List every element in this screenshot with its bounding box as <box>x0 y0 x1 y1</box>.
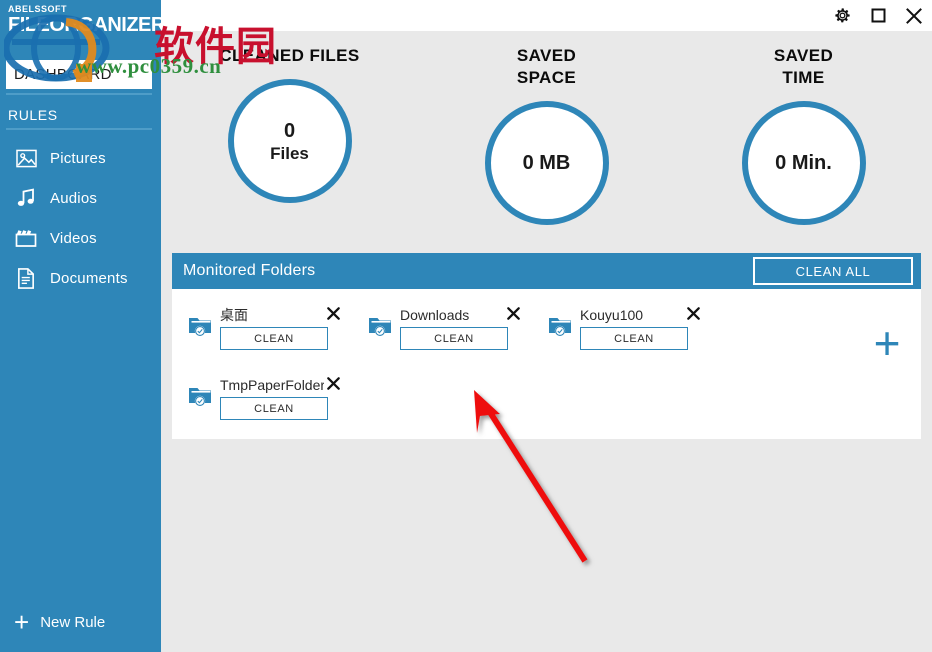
sidebar-item-dashboard[interactable]: DASHBOARD <box>6 60 152 89</box>
maximize-icon <box>870 7 887 24</box>
remove-folder-button[interactable] <box>684 303 702 323</box>
add-folder-button[interactable]: + <box>867 320 907 366</box>
new-rule-button[interactable]: + New Rule <box>0 600 161 644</box>
folder-name: Kouyu100 <box>580 307 644 323</box>
gear-icon <box>833 6 852 25</box>
sidebar-divider-top <box>6 93 152 95</box>
folder-check-icon <box>188 384 214 408</box>
stat-title-line2: TIME <box>782 68 825 87</box>
product-name: FILEORGANIZER <box>8 14 165 36</box>
sidebar-item-audios[interactable]: Audios <box>0 178 161 218</box>
folder-item: Downloads CLEAN <box>362 297 542 367</box>
sidebar-section-rules: RULES <box>8 107 58 123</box>
music-note-icon <box>14 186 38 210</box>
stat-unit: Files <box>270 143 309 163</box>
sidebar-item-label: Audios <box>50 189 98 207</box>
folder-name: Downloads <box>400 307 470 323</box>
panel-body: 桌面 CLEAN Downloads CLEAN Kouyu100 CLEAN … <box>172 289 921 439</box>
stat-saved-space: SAVED SPACE 0 MB <box>418 45 675 260</box>
folder-item: TmpPaperFolder CLEAN <box>182 367 362 437</box>
sidebar-divider-rules <box>6 128 152 130</box>
new-rule-label: New Rule <box>40 613 106 631</box>
clean-folder-button[interactable]: CLEAN <box>220 397 328 420</box>
stat-value: 0 <box>283 119 296 142</box>
monitored-folders-panel: Monitored Folders CLEAN ALL 桌面 CLEAN Dow… <box>172 253 921 439</box>
maximize-button[interactable] <box>860 0 896 31</box>
sidebar-item-label: DASHBOARD <box>14 66 112 83</box>
close-button[interactable] <box>896 0 932 31</box>
folder-check-icon <box>368 314 394 338</box>
stat-title: CLEANED FILES <box>219 46 360 65</box>
stat-title: SAVED TIME <box>774 45 833 89</box>
stat-circle: 0 MB <box>484 101 609 225</box>
app-window: ABELSSOFT FILEORGANIZER DASHBOARD RULES … <box>0 0 932 652</box>
clean-folder-button[interactable]: CLEAN <box>220 327 328 350</box>
picture-icon <box>14 146 38 170</box>
remove-folder-button[interactable] <box>504 303 522 323</box>
sidebar-item-label: Videos <box>50 229 97 247</box>
stat-saved-time: SAVED TIME 0 Min. <box>675 45 932 260</box>
stat-value: 0 Min. <box>775 152 832 174</box>
sidebar-item-label: Documents <box>50 269 128 287</box>
folder-item: 桌面 CLEAN <box>182 297 362 367</box>
sidebar-item-documents[interactable]: Documents <box>0 258 161 298</box>
clean-folder-button[interactable]: CLEAN <box>400 327 508 350</box>
document-icon <box>14 266 38 290</box>
folder-grid: 桌面 CLEAN Downloads CLEAN Kouyu100 CLEAN … <box>182 297 742 437</box>
sidebar-item-pictures[interactable]: Pictures <box>0 138 161 178</box>
sidebar-rules-list: Pictures Audios Videos Documents <box>0 138 161 298</box>
remove-folder-button[interactable] <box>324 373 342 393</box>
clean-all-button[interactable]: CLEAN ALL <box>753 257 913 285</box>
stat-cleaned-files: CLEANED FILES 0 Files <box>161 45 418 260</box>
remove-folder-button[interactable] <box>324 303 342 323</box>
stat-title: SAVED SPACE <box>517 45 576 89</box>
folder-check-icon <box>548 314 574 338</box>
app-logo: ABELSSOFT FILEORGANIZER <box>8 4 165 36</box>
clapperboard-icon <box>14 226 38 250</box>
stats-row: CLEANED FILES 0 Files SAVED SPACE 0 MB S… <box>161 45 932 260</box>
close-icon <box>905 7 923 25</box>
panel-title: Monitored Folders <box>183 262 316 279</box>
stat-circle: 0 Files <box>227 79 352 203</box>
sidebar: ABELSSOFT FILEORGANIZER DASHBOARD RULES … <box>0 0 165 652</box>
panel-header: Monitored Folders CLEAN ALL <box>172 253 921 289</box>
window-controls <box>824 0 932 31</box>
stat-title-line1: SAVED <box>773 46 834 65</box>
main-content: CLEANED FILES 0 Files SAVED SPACE 0 MB S… <box>161 31 932 652</box>
folder-check-icon <box>188 314 214 338</box>
sidebar-item-videos[interactable]: Videos <box>0 218 161 258</box>
folder-name: TmpPaperFolder <box>220 377 324 393</box>
stat-title-line1: SAVED <box>516 46 577 65</box>
stat-title-line2: SPACE <box>516 68 577 87</box>
plus-icon: + <box>14 607 30 637</box>
clean-folder-button[interactable]: CLEAN <box>580 327 688 350</box>
settings-button[interactable] <box>824 0 860 31</box>
stat-circle: 0 Min. <box>741 101 866 225</box>
stat-value: 0 MB <box>522 152 571 174</box>
folder-item: Kouyu100 CLEAN <box>542 297 722 367</box>
sidebar-item-label: Pictures <box>50 149 106 167</box>
folder-name: 桌面 <box>220 307 248 323</box>
